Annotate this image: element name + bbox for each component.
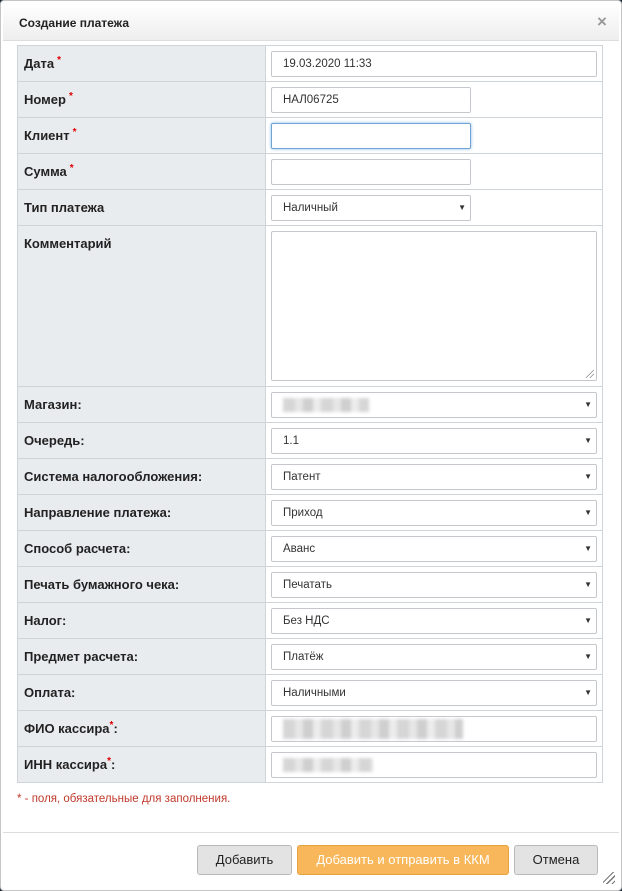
comment-textarea[interactable] — [271, 231, 597, 381]
tax-system-label: Система налогообложения: — [17, 458, 266, 495]
tax-value: Без НДС — [283, 615, 330, 627]
payment-value: Наличными — [283, 687, 346, 699]
calc-method-value: Аванс — [283, 543, 316, 555]
calc-method-label: Способ расчета: — [17, 530, 266, 567]
queue-value: 1.1 — [283, 435, 299, 447]
date-label: Дата * — [17, 45, 266, 82]
dropdown-arrow-icon: ▼ — [458, 203, 466, 212]
calc-subject-label: Предмет расчета: — [17, 638, 266, 675]
resize-grip-icon[interactable] — [603, 872, 615, 884]
add-button[interactable]: Добавить — [197, 845, 292, 875]
dropdown-arrow-icon: ▼ — [584, 544, 592, 553]
sum-label: Сумма * — [17, 153, 266, 190]
required-mark: * — [107, 756, 111, 767]
payment-form: Дата * 19.03.2020 11:33 Номер * НАЛ06725 К… — [17, 45, 603, 783]
print-receipt-select[interactable]: Печатать ▼ — [271, 572, 597, 598]
payment-dialog: Создание платежа × Дата * 19.03.2020 11:3… — [0, 0, 622, 891]
payment-type-label: Тип платежа — [17, 189, 266, 226]
dropdown-arrow-icon: ▼ — [584, 508, 592, 517]
payment-label: Оплата: — [17, 674, 266, 711]
add-and-send-button[interactable]: Добавить и отправить в ККМ — [297, 845, 509, 875]
client-label: Клиент * — [17, 117, 266, 154]
date-input[interactable]: 19.03.2020 11:33 — [271, 51, 597, 77]
direction-select[interactable]: Приход ▼ — [271, 500, 597, 526]
queue-label: Очередь: — [17, 422, 266, 459]
required-mark: * — [57, 55, 61, 66]
required-mark: * — [68, 91, 73, 102]
dropdown-arrow-icon: ▼ — [584, 436, 592, 445]
shop-label: Магазин: — [17, 386, 266, 423]
shop-select[interactable]: ▼ — [271, 392, 597, 418]
client-input[interactable] — [271, 123, 471, 149]
required-mark: * — [69, 163, 74, 174]
dropdown-arrow-icon: ▼ — [584, 652, 592, 661]
tax-label: Налог: — [17, 602, 266, 639]
dropdown-arrow-icon: ▼ — [584, 472, 592, 481]
sum-input[interactable] — [271, 159, 471, 185]
comment-label: Комментарий — [17, 225, 266, 387]
calc-method-select[interactable]: Аванс ▼ — [271, 536, 597, 562]
dropdown-arrow-icon: ▼ — [584, 616, 592, 625]
dialog-titlebar[interactable]: Создание платежа × — [3, 3, 619, 41]
print-receipt-value: Печатать — [283, 579, 332, 591]
cashier-name-label: ФИО кассира*: — [17, 710, 266, 747]
cashier-name-input[interactable] — [271, 716, 597, 742]
cancel-button[interactable]: Отмена — [514, 845, 598, 875]
payment-select[interactable]: Наличными ▼ — [271, 680, 597, 706]
dropdown-arrow-icon: ▼ — [584, 580, 592, 589]
calc-subject-value: Платёж — [283, 651, 324, 663]
tax-system-value: Патент — [283, 471, 321, 483]
direction-value: Приход — [283, 507, 323, 519]
required-mark: * — [72, 127, 77, 138]
queue-select[interactable]: 1.1 ▼ — [271, 428, 597, 454]
direction-label: Направление платежа: — [17, 494, 266, 531]
dialog-footer: Добавить Добавить и отправить в ККМ Отме… — [3, 832, 619, 888]
tax-system-select[interactable]: Патент ▼ — [271, 464, 597, 490]
payment-type-value: Наличный — [283, 202, 338, 214]
dropdown-arrow-icon: ▼ — [584, 400, 592, 409]
dialog-title: Создание платежа — [19, 16, 129, 30]
number-input[interactable]: НАЛ06725 — [271, 87, 471, 113]
redacted-value — [283, 397, 369, 412]
redacted-value — [283, 757, 373, 772]
cashier-inn-input[interactable] — [271, 752, 597, 778]
required-fields-note: * - поля, обязательные для заполнения. — [17, 793, 231, 805]
resize-handle-icon[interactable] — [586, 370, 594, 378]
dropdown-arrow-icon: ▼ — [584, 688, 592, 697]
payment-type-select[interactable]: Наличный ▼ — [271, 195, 471, 221]
dialog-content: Дата * 19.03.2020 11:33 Номер * НАЛ06725 К… — [3, 41, 619, 831]
redacted-value — [283, 718, 463, 739]
close-icon[interactable]: × — [595, 13, 609, 30]
calc-subject-select[interactable]: Платёж ▼ — [271, 644, 597, 670]
required-mark: * — [109, 720, 114, 731]
print-receipt-label: Печать бумажного чека: — [17, 566, 266, 603]
cashier-inn-label: ИНН кассира*: — [17, 746, 266, 783]
tax-select[interactable]: Без НДС ▼ — [271, 608, 597, 634]
number-label: Номер * — [17, 81, 266, 118]
